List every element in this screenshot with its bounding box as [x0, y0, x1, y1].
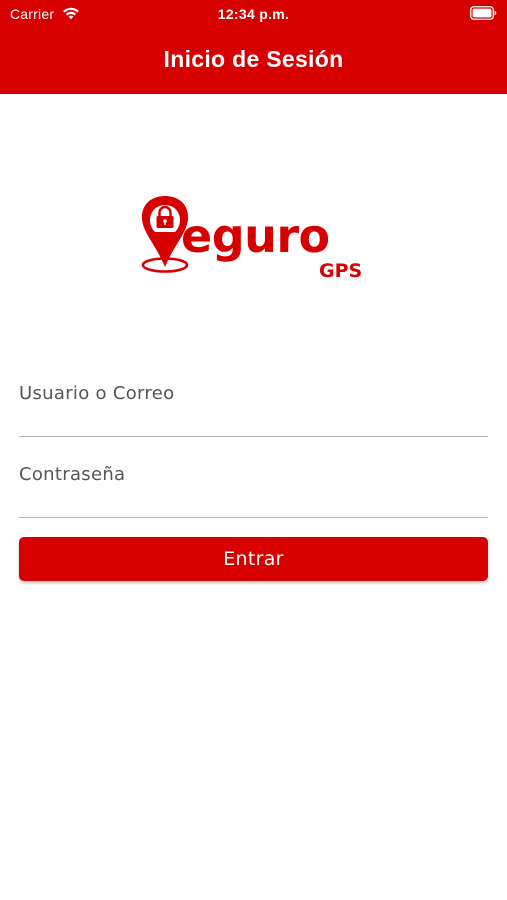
app-header: Carrier 12:34 p.m. Inicio de Sesión — [0, 0, 507, 94]
battery-icon — [470, 6, 497, 20]
username-field — [19, 376, 488, 437]
username-input[interactable] — [19, 376, 488, 410]
password-field — [19, 457, 488, 518]
logo-wordmark: eguro — [181, 209, 330, 263]
status-time: 12:34 p.m. — [217, 6, 290, 22]
login-screen: Carrier 12:34 p.m. Inicio de Sesión egur… — [0, 0, 507, 900]
status-bar: Carrier 12:34 p.m. — [0, 0, 507, 28]
seguro-gps-logo: eguro GPS — [141, 196, 362, 280]
login-button[interactable]: Entrar — [19, 537, 488, 581]
password-input[interactable] — [19, 457, 488, 491]
page-title: Inicio de Sesión — [163, 46, 344, 72]
logo-subtitle: GPS — [319, 260, 362, 280]
